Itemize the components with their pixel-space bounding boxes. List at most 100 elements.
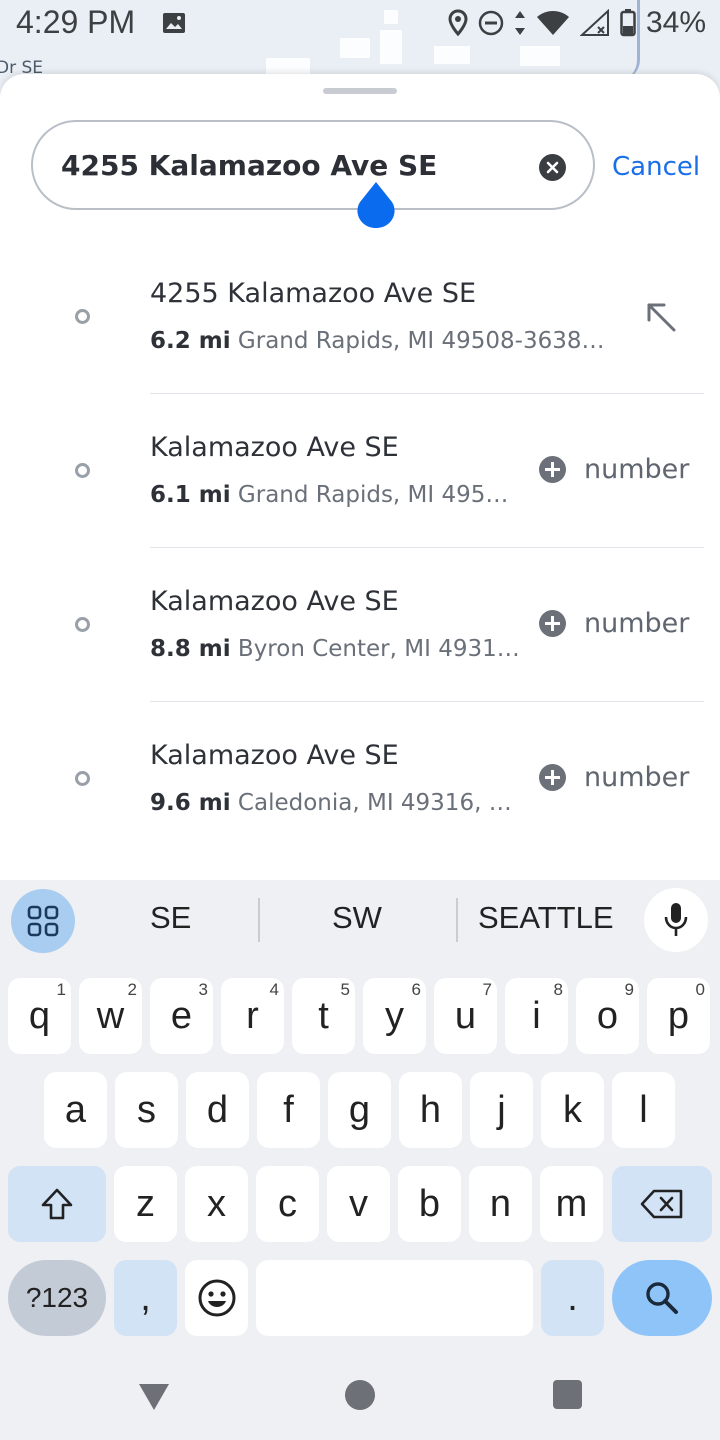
search-key[interactable]: [612, 1260, 712, 1336]
keyboard: SE SW SEATTLE q1 w2 e3 r4 t5 y6 u7 i8 o9…: [0, 880, 720, 1350]
data-arrows-icon: [514, 11, 525, 35]
recents-button[interactable]: [553, 1380, 582, 1409]
key-hint: 4: [269, 980, 279, 999]
search-sheet: Cancel 4255 Kalamazoo Ave SE 6.2 mi Gran…: [0, 74, 720, 880]
result-title: Kalamazoo Ave SE: [150, 586, 399, 617]
key-h[interactable]: h: [399, 1072, 462, 1148]
emoji-icon: [198, 1279, 235, 1317]
location-icon: [448, 9, 468, 37]
add-number-button[interactable]: number: [539, 608, 689, 639]
result-location: Caledonia, MI 49316, U...: [237, 790, 515, 816]
key-a[interactable]: a: [44, 1072, 107, 1148]
do-not-disturb-icon: [478, 10, 504, 36]
result-dot-icon: [75, 463, 90, 478]
key-d[interactable]: d: [186, 1072, 249, 1148]
key-n[interactable]: n: [469, 1166, 532, 1242]
add-number-button[interactable]: number: [539, 762, 689, 793]
back-icon[interactable]: [137, 1378, 171, 1412]
key-l[interactable]: l: [612, 1072, 675, 1148]
shift-key[interactable]: [8, 1166, 106, 1242]
suggestion-item[interactable]: SW: [332, 900, 382, 936]
key-hint: 3: [198, 980, 208, 999]
add-number-label: number: [584, 762, 690, 793]
key-label: t: [318, 994, 329, 1037]
search-box[interactable]: [31, 120, 595, 210]
key-hint: 1: [56, 980, 66, 999]
key-m[interactable]: m: [540, 1166, 603, 1242]
divider: [258, 898, 260, 942]
key-hint: 6: [411, 980, 421, 999]
key-p[interactable]: p0: [647, 978, 710, 1054]
key-k[interactable]: k: [541, 1072, 604, 1148]
voice-input-button[interactable]: [644, 888, 708, 952]
status-icons: 34%: [448, 6, 706, 40]
period-key[interactable]: .: [541, 1260, 604, 1336]
key-label: i: [532, 994, 541, 1037]
wifi-icon: [536, 11, 569, 35]
key-w[interactable]: w2: [79, 978, 142, 1054]
key-o[interactable]: o9: [576, 978, 639, 1054]
key-label: p: [667, 994, 690, 1037]
result-item[interactable]: Kalamazoo Ave SE 9.6 mi Caledonia, MI 49…: [0, 702, 720, 856]
cancel-button[interactable]: Cancel: [612, 152, 700, 182]
result-item[interactable]: Kalamazoo Ave SE 6.1 mi Grand Rapids, MI…: [0, 394, 720, 548]
key-r[interactable]: r4: [221, 978, 284, 1054]
key-g[interactable]: g: [328, 1072, 391, 1148]
key-q[interactable]: q1: [8, 978, 71, 1054]
key-v[interactable]: v: [327, 1166, 390, 1242]
result-location: Grand Rapids, MI 49507...: [237, 482, 520, 508]
key-b[interactable]: b: [398, 1166, 461, 1242]
space-key[interactable]: [256, 1260, 533, 1336]
plus-circle-icon: [539, 456, 566, 483]
plus-circle-icon: [539, 764, 566, 791]
text-cursor-handle[interactable]: [355, 180, 397, 230]
result-location: Byron Center, MI 49315...: [237, 636, 520, 662]
key-y[interactable]: y6: [363, 978, 426, 1054]
fill-query-arrow-icon[interactable]: [644, 300, 678, 334]
result-title: Kalamazoo Ave SE: [150, 432, 399, 463]
key-u[interactable]: u7: [434, 978, 497, 1054]
comma-key[interactable]: ,: [114, 1260, 177, 1336]
result-subtitle: 9.6 mi Caledonia, MI 49316, U...: [150, 790, 515, 816]
symbols-key[interactable]: ?123: [8, 1260, 106, 1336]
key-label: q: [28, 994, 51, 1037]
gallery-icon: [163, 13, 185, 33]
result-title: Kalamazoo Ave SE: [150, 740, 399, 771]
key-i[interactable]: i8: [505, 978, 568, 1054]
clear-search-button[interactable]: [539, 154, 566, 181]
key-hint: 7: [482, 980, 492, 999]
suggestion-item[interactable]: SE: [150, 900, 191, 936]
grid-icon: [27, 905, 59, 937]
result-distance: 6.2 mi: [150, 328, 231, 354]
key-t[interactable]: t5: [292, 978, 355, 1054]
key-label: u: [454, 994, 477, 1037]
add-number-label: number: [584, 454, 690, 485]
result-subtitle: 6.1 mi Grand Rapids, MI 49507...: [150, 482, 520, 508]
key-z[interactable]: z: [114, 1166, 177, 1242]
search-input[interactable]: [61, 144, 521, 186]
key-s[interactable]: s: [115, 1072, 178, 1148]
key-e[interactable]: e3: [150, 978, 213, 1054]
result-item[interactable]: 4255 Kalamazoo Ave SE 6.2 mi Grand Rapid…: [0, 240, 720, 394]
home-button[interactable]: [345, 1380, 375, 1410]
backspace-key[interactable]: [612, 1166, 712, 1242]
key-f[interactable]: f: [257, 1072, 320, 1148]
result-distance: 9.6 mi: [150, 790, 231, 816]
keyboard-menu-button[interactable]: [11, 889, 75, 953]
key-hint: 2: [127, 980, 137, 999]
emoji-key[interactable]: [185, 1260, 248, 1336]
battery-icon: [620, 9, 636, 37]
drag-handle[interactable]: [323, 88, 397, 94]
key-label: w: [96, 994, 125, 1037]
add-number-button[interactable]: number: [539, 454, 689, 485]
key-x[interactable]: x: [185, 1166, 248, 1242]
suggestion-item[interactable]: SEATTLE: [478, 900, 614, 936]
key-c[interactable]: c: [256, 1166, 319, 1242]
result-distance: 8.8 mi: [150, 636, 231, 662]
result-dot-icon: [75, 309, 90, 324]
key-label: r: [246, 994, 259, 1037]
status-bar: 4:29 PM 34%: [0, 0, 720, 50]
key-j[interactable]: j: [470, 1072, 533, 1148]
result-item[interactable]: Kalamazoo Ave SE 8.8 mi Byron Center, MI…: [0, 548, 720, 702]
battery-percent: 34%: [645, 6, 706, 39]
